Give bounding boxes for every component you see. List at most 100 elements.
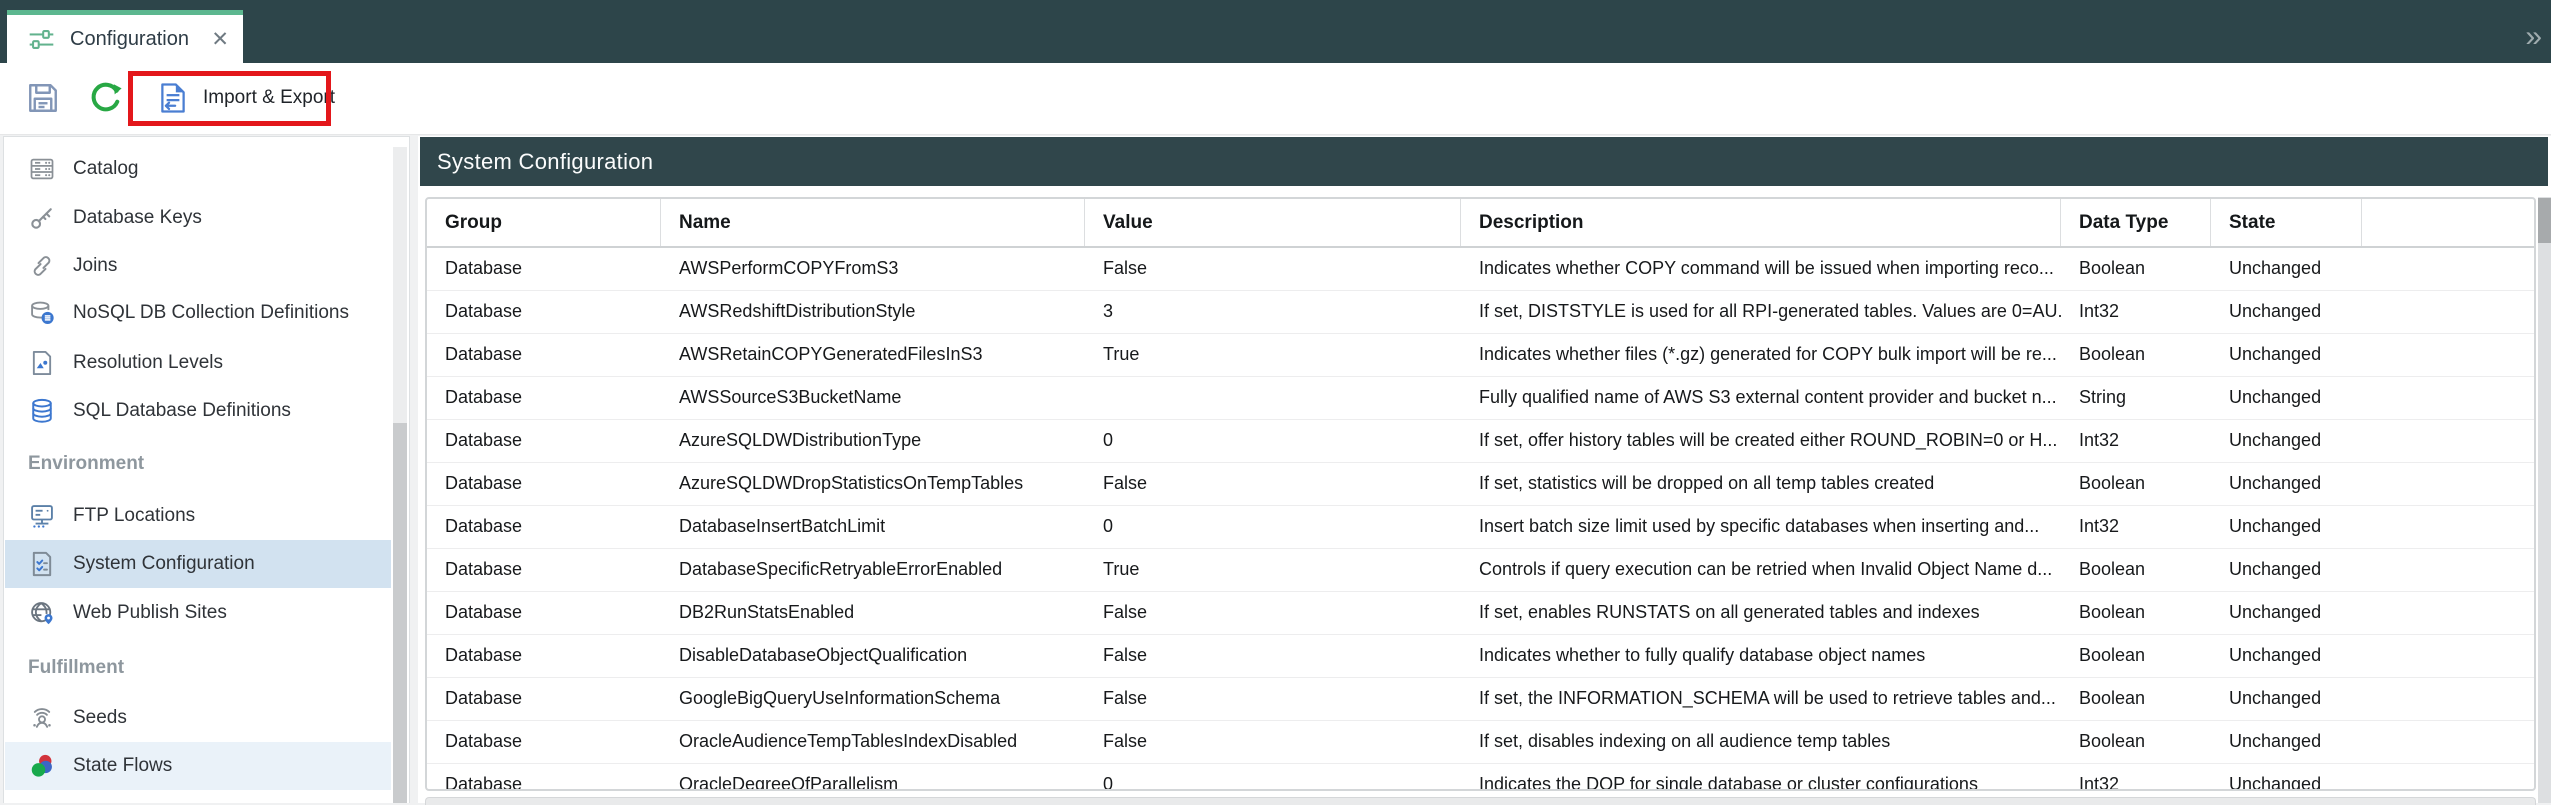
table-row[interactable]: Database AWSRetainCOPYGeneratedFilesInS3… bbox=[427, 334, 2534, 377]
table-row[interactable]: Database AzureSQLDWDropStatisticsOnTempT… bbox=[427, 463, 2534, 506]
sidebar-item-label: Joins bbox=[73, 255, 117, 277]
cell-description: Indicates whether COPY command will be i… bbox=[1461, 248, 2061, 290]
sidebar-item-database-keys[interactable]: Database Keys bbox=[5, 194, 391, 242]
table-scrollbar-thumb[interactable] bbox=[2538, 198, 2551, 243]
tab-overflow-icon[interactable]: » bbox=[2525, 22, 2539, 52]
column-header-name[interactable]: Name bbox=[661, 199, 1085, 246]
cell-data-type: Boolean bbox=[2061, 721, 2211, 763]
configuration-table: Group Name Value Description Data Type S… bbox=[425, 197, 2536, 791]
column-header-filler bbox=[2362, 199, 2534, 246]
cell-value: False bbox=[1085, 635, 1461, 677]
sidebar-item-label: Seeds bbox=[73, 707, 127, 729]
table-row[interactable]: Database GoogleBigQueryUseInformationSch… bbox=[427, 678, 2534, 721]
refresh-button[interactable] bbox=[88, 80, 124, 116]
cell-filler bbox=[2362, 549, 2534, 591]
cell-data-type: Boolean bbox=[2061, 678, 2211, 720]
seeds-people-icon bbox=[28, 704, 56, 732]
cell-description: Indicates whether files (*.gz) generated… bbox=[1461, 334, 2061, 376]
cell-value: 0 bbox=[1085, 764, 1461, 791]
table-scrollbar[interactable] bbox=[2538, 197, 2551, 803]
sidebar-scrollbar-thumb[interactable] bbox=[393, 423, 407, 803]
ftp-server-icon bbox=[28, 502, 56, 530]
cell-value: 0 bbox=[1085, 506, 1461, 548]
tab-close-icon[interactable]: ✕ bbox=[211, 29, 229, 50]
cell-name: DB2RunStatsEnabled bbox=[661, 592, 1085, 634]
sidebar-item-resolution-levels[interactable]: Resolution Levels bbox=[5, 339, 391, 387]
column-header-value[interactable]: Value bbox=[1085, 199, 1461, 246]
cell-data-type: Int32 bbox=[2061, 420, 2211, 462]
sidebar-item-joins[interactable]: Joins bbox=[5, 242, 391, 290]
sidebar-item-system-configuration[interactable]: System Configuration bbox=[5, 540, 391, 588]
cell-data-type: Boolean bbox=[2061, 463, 2211, 505]
cell-description: If set, statistics will be dropped on al… bbox=[1461, 463, 2061, 505]
table-row[interactable]: Database AzureSQLDWDistributionType 0 If… bbox=[427, 420, 2534, 463]
tab-title: Configuration bbox=[70, 28, 189, 51]
cell-group: Database bbox=[427, 377, 661, 419]
cell-description: If set, offer history tables will be cre… bbox=[1461, 420, 2061, 462]
sidebar-item-catalog[interactable]: Catalog bbox=[5, 145, 391, 193]
cell-data-type: Boolean bbox=[2061, 248, 2211, 290]
sidebar-item-ftp-locations[interactable]: FTP Locations bbox=[5, 492, 391, 540]
sidebar-item-web-publish-sites[interactable]: Web Publish Sites bbox=[5, 589, 391, 637]
cell-name: AWSPerformCOPYFromS3 bbox=[661, 248, 1085, 290]
sidebar-item-nosql-db-collection-definitions[interactable]: NoSQL DB Collection Definitions bbox=[5, 289, 391, 337]
cell-data-type: Int32 bbox=[2061, 291, 2211, 333]
cell-data-type: String bbox=[2061, 377, 2211, 419]
cell-group: Database bbox=[427, 334, 661, 376]
table-row[interactable]: Database DatabaseInsertBatchLimit 0 Inse… bbox=[427, 506, 2534, 549]
table-row[interactable]: Database DB2RunStatsEnabled False If set… bbox=[427, 592, 2534, 635]
cell-data-type: Int32 bbox=[2061, 506, 2211, 548]
cell-value: False bbox=[1085, 248, 1461, 290]
sliders-icon bbox=[28, 26, 55, 53]
table-row[interactable]: Database DatabaseSpecificRetryableErrorE… bbox=[427, 549, 2534, 592]
cell-state: Unchanged bbox=[2211, 506, 2362, 548]
cell-state: Unchanged bbox=[2211, 721, 2362, 763]
table-row[interactable]: Database AWSPerformCOPYFromS3 False Indi… bbox=[427, 248, 2534, 291]
page-title: System Configuration bbox=[437, 149, 653, 175]
table-row[interactable]: Database AWSSourceS3BucketName Fully qua… bbox=[427, 377, 2534, 420]
sidebar-scrollbar[interactable] bbox=[393, 147, 407, 803]
cell-description: Fully qualified name of AWS S3 external … bbox=[1461, 377, 2061, 419]
cell-description: Indicates the DOP for single database or… bbox=[1461, 764, 2061, 791]
table-row[interactable]: Database OracleAudienceTempTablesIndexDi… bbox=[427, 721, 2534, 764]
cell-data-type: Int32 bbox=[2061, 764, 2211, 791]
cell-name: GoogleBigQueryUseInformationSchema bbox=[661, 678, 1085, 720]
cell-state: Unchanged bbox=[2211, 377, 2362, 419]
cell-filler bbox=[2362, 334, 2534, 376]
import-export-button[interactable]: Import & Export bbox=[148, 74, 343, 122]
cell-filler bbox=[2362, 248, 2534, 290]
table-row[interactable]: Database DisableDatabaseObjectQualificat… bbox=[427, 635, 2534, 678]
sidebar-item-label: Catalog bbox=[73, 158, 139, 180]
import-export-label: Import & Export bbox=[203, 87, 335, 109]
table-row[interactable]: Database AWSRedshiftDistributionStyle 3 … bbox=[427, 291, 2534, 334]
sidebar-item-state-flows[interactable]: State Flows bbox=[5, 742, 391, 790]
cell-group: Database bbox=[427, 506, 661, 548]
sidebar-section-environment: Environment bbox=[28, 449, 144, 479]
window-top-bar: Configuration ✕ » bbox=[0, 0, 2551, 63]
sidebar-item-label: NoSQL DB Collection Definitions bbox=[73, 302, 349, 324]
save-button[interactable] bbox=[25, 80, 61, 116]
cell-name: DisableDatabaseObjectQualification bbox=[661, 635, 1085, 677]
cell-state: Unchanged bbox=[2211, 764, 2362, 791]
column-header-state[interactable]: State bbox=[2211, 199, 2362, 246]
column-header-group[interactable]: Group bbox=[427, 199, 661, 246]
save-floppy-icon bbox=[25, 80, 61, 116]
cell-state: Unchanged bbox=[2211, 678, 2362, 720]
table-body: Database AWSPerformCOPYFromS3 False Indi… bbox=[427, 248, 2534, 791]
checklist-icon bbox=[28, 550, 56, 578]
column-header-data-type[interactable]: Data Type bbox=[2061, 199, 2211, 246]
cell-filler bbox=[2362, 463, 2534, 505]
main-panel: System Configuration Group Name Value De… bbox=[418, 136, 2551, 803]
sidebar-item-seeds[interactable]: Seeds bbox=[5, 694, 391, 742]
cell-group: Database bbox=[427, 721, 661, 763]
cell-state: Unchanged bbox=[2211, 420, 2362, 462]
table-row[interactable]: Database OracleDegreeOfParallelism 0 Ind… bbox=[427, 764, 2534, 791]
cell-value: True bbox=[1085, 334, 1461, 376]
tab-configuration[interactable]: Configuration ✕ bbox=[7, 10, 243, 63]
column-header-description[interactable]: Description bbox=[1461, 199, 2061, 246]
sidebar-item-sql-database-definitions[interactable]: SQL Database Definitions bbox=[5, 387, 391, 435]
cell-description: If set, enables RUNSTATS on all generate… bbox=[1461, 592, 2061, 634]
cell-state: Unchanged bbox=[2211, 291, 2362, 333]
cell-value: False bbox=[1085, 678, 1461, 720]
cell-filler bbox=[2362, 635, 2534, 677]
